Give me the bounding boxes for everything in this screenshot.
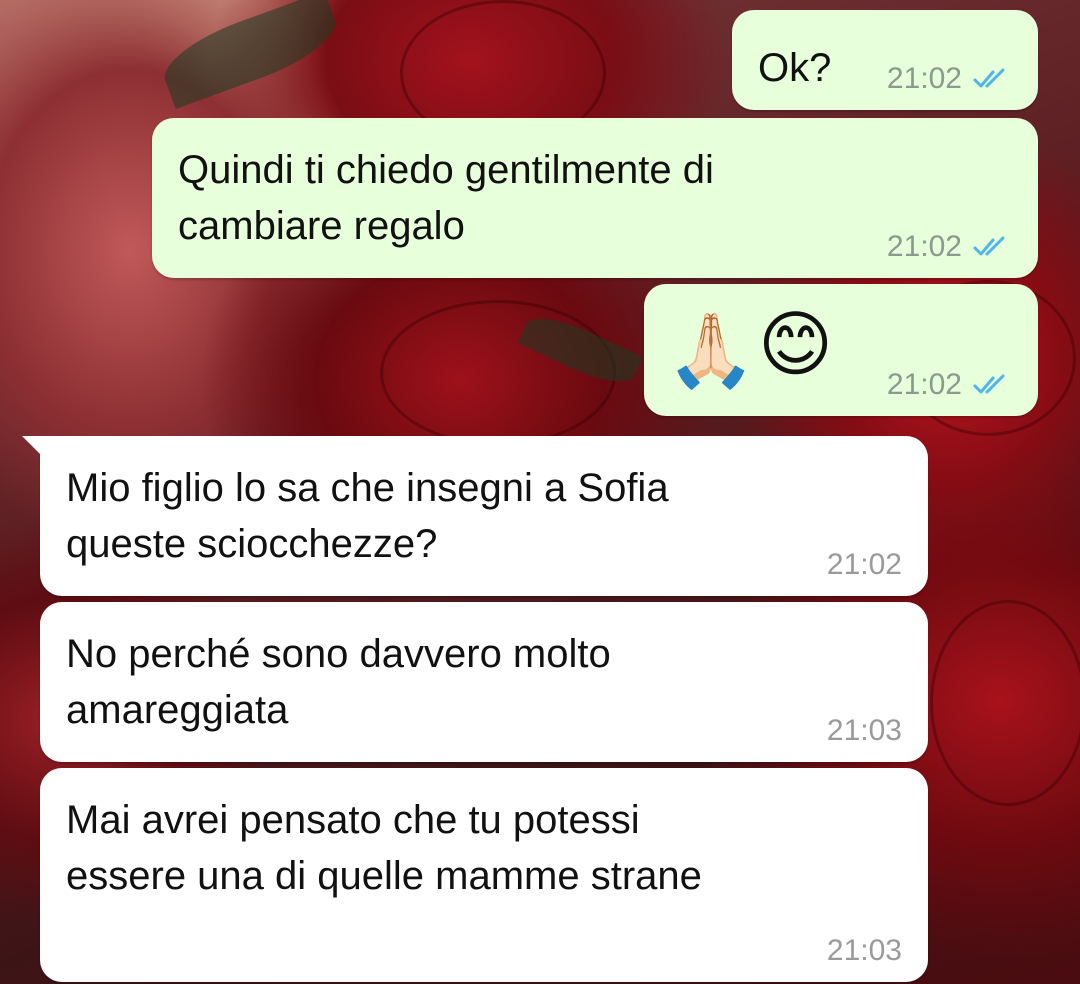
- message-meta: 21:02: [887, 62, 1016, 96]
- incoming-message[interactable]: Mai avrei pensato che tu potessi essere …: [40, 768, 928, 982]
- message-meta: 21:02: [887, 230, 1016, 264]
- message-meta: 21:02: [827, 548, 902, 582]
- message-text: Mai avrei pensato che tu potessi essere …: [66, 798, 702, 898]
- message-time: 21:02: [886, 230, 962, 263]
- wallpaper-leaf: [155, 0, 345, 109]
- message-text: Mio figlio lo sa che insegni a Sofia que…: [66, 466, 669, 566]
- message-text: Quindi ti chiedo gentilmente di cambiare…: [178, 148, 714, 248]
- wallpaper-rose: [930, 600, 1080, 806]
- outgoing-message[interactable]: Quindi ti chiedo gentilmente di cambiare…: [152, 118, 1038, 278]
- message-time: 21:03: [826, 934, 902, 967]
- double-check-icon: [973, 374, 1005, 394]
- outgoing-message[interactable]: Ok? 21:02: [732, 10, 1038, 110]
- double-check-icon: [973, 68, 1005, 88]
- bubble-tail: [22, 436, 44, 458]
- message-meta: 21:03: [827, 714, 902, 748]
- message-time: 21:02: [886, 368, 962, 401]
- outgoing-emoji-message[interactable]: 🙏🏻 😊 21:02: [644, 284, 1038, 416]
- incoming-message[interactable]: No perché sono davvero molto amareggiata…: [40, 602, 928, 762]
- message-text: No perché sono davvero molto amareggiata: [66, 632, 611, 732]
- message-text: Ok?: [758, 46, 832, 90]
- smiling-face-emoji: 😊: [758, 302, 834, 386]
- folded-hands-emoji: 🙏🏻: [666, 308, 756, 392]
- message-time: 21:02: [826, 548, 902, 581]
- message-time: 21:03: [826, 714, 902, 747]
- incoming-message[interactable]: Mio figlio lo sa che insegni a Sofia que…: [22, 436, 928, 596]
- wallpaper-rose: [380, 300, 616, 446]
- double-check-icon: [973, 236, 1005, 256]
- message-meta: 21:02: [887, 368, 1016, 402]
- message-time: 21:02: [886, 62, 962, 95]
- message-meta: 21:03: [827, 934, 902, 968]
